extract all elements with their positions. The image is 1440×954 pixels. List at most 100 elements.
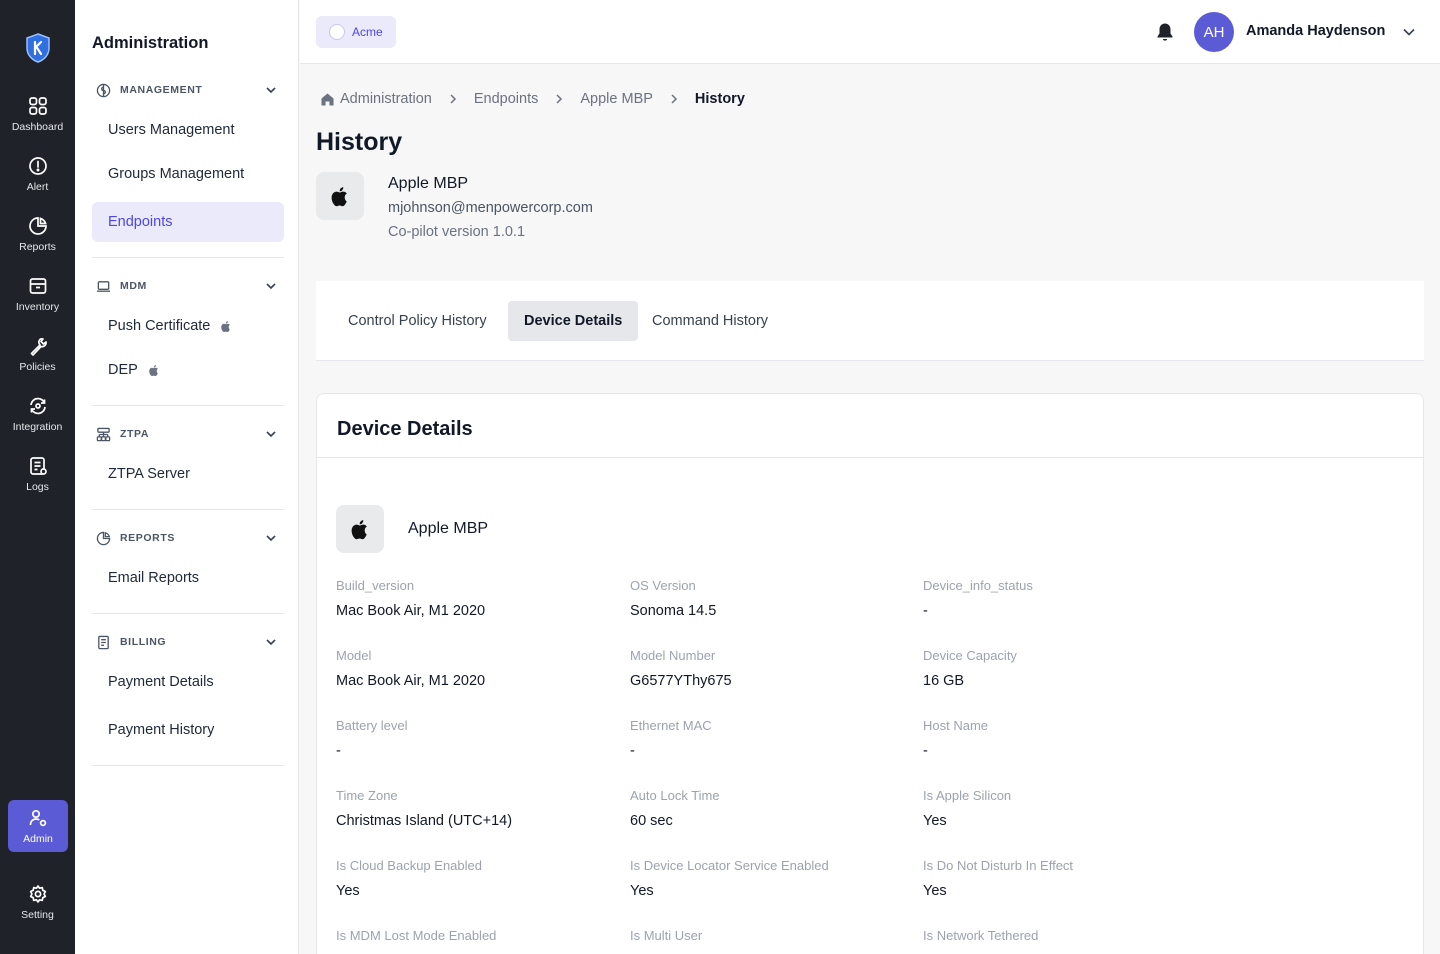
sidebar-item-groups-management[interactable]: Groups Management xyxy=(92,154,284,194)
rail-label: Inventory xyxy=(15,301,60,313)
section-label: ZTPA xyxy=(120,428,150,440)
rail-item-reports[interactable]: Reports xyxy=(0,210,75,266)
section-billing-header[interactable]: BILLING xyxy=(92,631,285,653)
sidebar-item-endpoints[interactable]: Endpoints xyxy=(92,202,284,242)
section-mdm-header[interactable]: MDM xyxy=(92,275,285,297)
sidebar-item-label: Payment History xyxy=(108,722,215,738)
rail-item-logs[interactable]: Logs xyxy=(0,450,75,506)
divider xyxy=(92,613,284,614)
rail-label: Alert xyxy=(26,181,49,193)
rail-label: Logs xyxy=(26,481,49,493)
chevron-down-icon xyxy=(266,87,276,94)
breadcrumb-endpoints[interactable]: Endpoints xyxy=(474,91,539,107)
sidebar-item-label: Groups Management xyxy=(108,166,245,182)
apple-icon xyxy=(331,186,347,206)
sidebar-item-push-certificate[interactable]: Push Certificate xyxy=(92,306,284,346)
field-label: Is Do Not Disturb In Effect xyxy=(923,858,1074,873)
field-auto-lock-time: Auto Lock Time 60 sec xyxy=(630,788,910,829)
field-label: Battery level xyxy=(336,718,408,733)
field-is-cloud-backup-enabled: Is Cloud Backup Enabled Yes xyxy=(336,858,616,899)
field-is-network-tethered: Is Network Tethered xyxy=(923,928,1203,953)
field-value: 16 GB xyxy=(923,673,965,689)
field-label: Build_version xyxy=(336,578,415,593)
field-label: OS Version xyxy=(630,578,696,593)
field-label: Device Capacity xyxy=(923,648,1017,663)
rail-item-setting[interactable]: Setting xyxy=(0,878,75,934)
rail-label: Reports xyxy=(19,241,56,253)
divider xyxy=(92,765,284,766)
sidebar-item-payment-details[interactable]: Payment Details xyxy=(92,662,284,702)
dashboard-icon xyxy=(28,97,47,115)
device-avatar xyxy=(336,505,384,553)
device-name: Apple MBP xyxy=(408,520,489,537)
rail-label: Policies xyxy=(19,361,56,373)
field-label: Model xyxy=(336,648,372,663)
field-value: - xyxy=(630,743,635,759)
section-reports-header[interactable]: REPORTS xyxy=(92,527,285,549)
sidebar-item-users-management[interactable]: Users Management xyxy=(92,110,284,150)
field-build-version: Build_version Mac Book Air, M1 2020 xyxy=(336,578,616,619)
field-value: - xyxy=(923,603,928,619)
sidebar-item-label: DEP xyxy=(108,362,138,378)
field-label: Is Device Locator Service Enabled xyxy=(630,858,829,873)
top-bar: Acme AH Amanda Haydenson xyxy=(300,0,1440,64)
home-icon[interactable] xyxy=(320,92,335,107)
field-label: Is Multi User xyxy=(630,928,703,943)
section-label: MANAGEMENT xyxy=(120,84,203,96)
field-device-info-status: Device_info_status - xyxy=(923,578,1203,619)
network-icon xyxy=(96,427,111,441)
field-label: Host Name xyxy=(923,718,989,733)
sidebar-item-ztpa-server[interactable]: ZTPA Server xyxy=(92,454,284,494)
field-host-name: Host Name - xyxy=(923,718,1203,759)
chevron-right-icon xyxy=(450,94,456,104)
integration-icon xyxy=(29,397,46,415)
rail-item-inventory[interactable]: Inventory xyxy=(0,270,75,326)
field-label: Is Network Tethered xyxy=(923,928,1039,943)
rail-label: Dashboard xyxy=(11,121,64,133)
apple-icon xyxy=(221,320,231,332)
sidebar-item-payment-history[interactable]: Payment History xyxy=(92,710,284,750)
rail-item-admin[interactable]: Admin xyxy=(8,800,68,852)
rail-label: Admin xyxy=(23,833,53,845)
app-logo-icon[interactable] xyxy=(25,33,51,63)
tab-control-policy-history[interactable]: Control Policy History xyxy=(332,301,503,341)
chevron-right-icon xyxy=(671,94,677,104)
admin-sidebar: Administration MANAGEMENT Users Manageme… xyxy=(75,0,299,954)
page-title: History xyxy=(316,128,403,156)
section-ztpa-header[interactable]: ZTPA xyxy=(92,423,285,445)
field-time-zone: Time Zone Christmas Island (UTC+14) xyxy=(336,788,616,829)
user-name[interactable]: Amanda Haydenson xyxy=(1246,23,1385,39)
breadcrumb-current: History xyxy=(694,91,745,107)
device-avatar xyxy=(316,172,364,220)
org-switcher[interactable]: Acme xyxy=(316,16,396,48)
divider xyxy=(317,457,1423,458)
field-label: Is Apple Silicon xyxy=(923,788,1012,803)
device-version: Co-pilot version 1.0.1 xyxy=(388,224,526,240)
history-tabs: Control Policy History Device Details Co… xyxy=(316,281,1424,361)
rail-item-alert[interactable]: Alert xyxy=(0,150,75,206)
avatar[interactable]: AH xyxy=(1194,12,1234,52)
card-title: Device Details xyxy=(337,418,473,440)
field-device-capacity: Device Capacity 16 GB xyxy=(923,648,1203,689)
section-label: BILLING xyxy=(120,636,167,648)
section-management-header[interactable]: MANAGEMENT xyxy=(92,79,285,101)
tab-device-details[interactable]: Device Details xyxy=(508,301,639,341)
apple-icon xyxy=(351,519,367,539)
rail-label: Setting xyxy=(21,909,54,921)
sidebar-item-email-reports[interactable]: Email Reports xyxy=(92,558,284,598)
chevron-down-icon[interactable] xyxy=(1402,26,1416,38)
field-value: Christmas Island (UTC+14) xyxy=(336,813,513,829)
field-is-device-locator-enabled: Is Device Locator Service Enabled Yes xyxy=(630,858,910,899)
breadcrumb-device[interactable]: Apple MBP xyxy=(580,91,653,107)
bell-icon[interactable] xyxy=(1154,21,1176,43)
breadcrumb-administration[interactable]: Administration xyxy=(340,91,432,107)
field-value: Sonoma 14.5 xyxy=(630,603,717,619)
primary-rail: Dashboard Alert Reports Inventory Polici… xyxy=(0,0,75,954)
billing-icon xyxy=(98,635,109,649)
tab-command-history[interactable]: Command History xyxy=(636,301,784,341)
rail-item-integration[interactable]: Integration xyxy=(0,390,75,446)
org-name: Acme xyxy=(352,25,383,39)
sidebar-item-dep[interactable]: DEP xyxy=(92,350,284,390)
rail-item-policies[interactable]: Policies xyxy=(0,330,75,386)
rail-item-dashboard[interactable]: Dashboard xyxy=(0,90,75,146)
